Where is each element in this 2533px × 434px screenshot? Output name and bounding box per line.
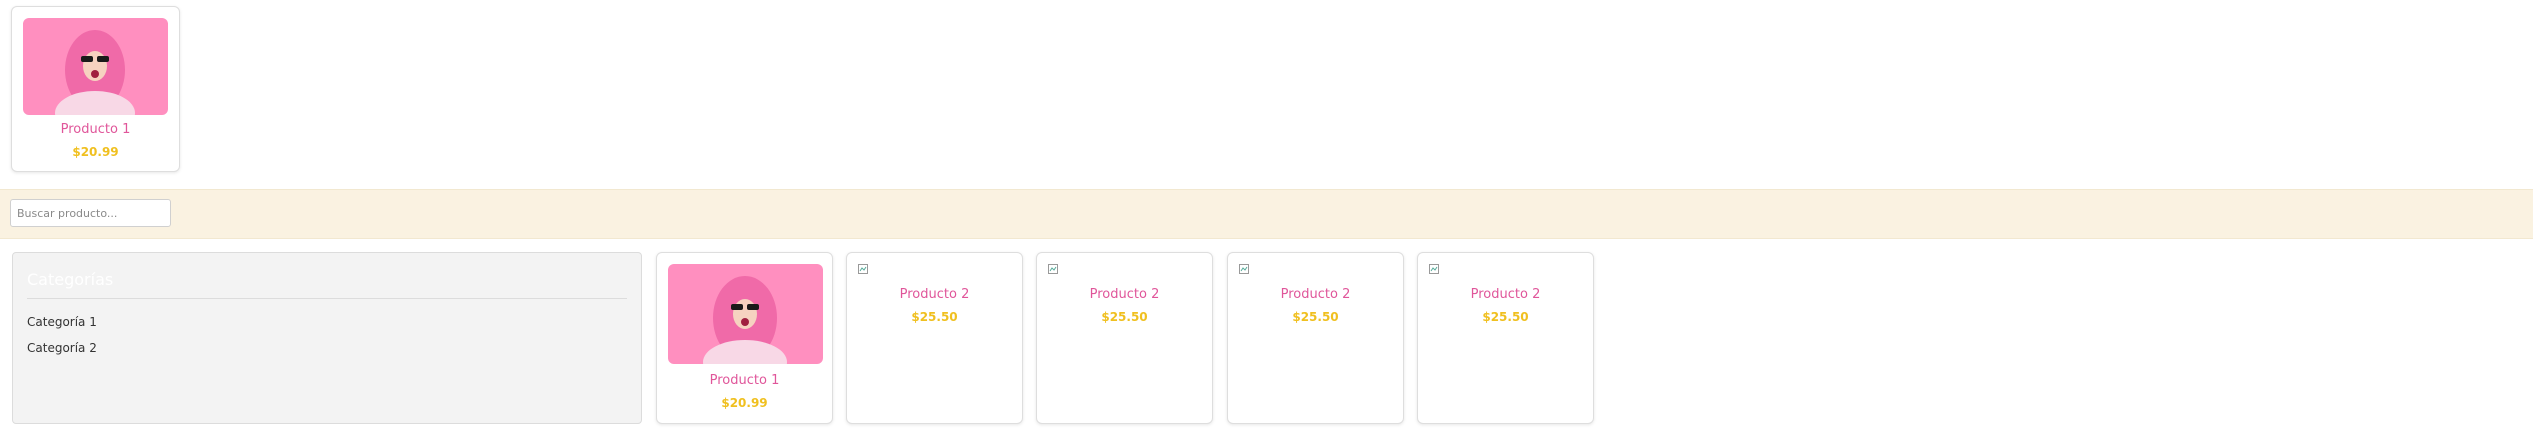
product-name: Producto 2: [1280, 287, 1351, 302]
sidebar-title: Categorías: [27, 270, 114, 289]
product-name: Producto 1: [709, 373, 780, 388]
product-card[interactable]: Producto 1 $20.99: [656, 252, 833, 424]
broken-image-icon: [1048, 264, 1058, 274]
product-price: $25.50: [911, 310, 958, 324]
product-price: $20.99: [72, 145, 119, 159]
categories-sidebar: Categorías Categoría 1 Categoría 2: [12, 252, 642, 424]
product-card[interactable]: Producto 2 $25.50: [1417, 252, 1594, 424]
product-name: Producto 1: [60, 122, 131, 137]
category-item[interactable]: Categoría 1: [27, 315, 97, 329]
product-name: Producto 2: [899, 287, 970, 302]
broken-image-icon: [1429, 264, 1439, 274]
product-price: $25.50: [1101, 310, 1148, 324]
sidebar-divider: [27, 298, 627, 299]
product-card[interactable]: Producto 2 $25.50: [1227, 252, 1404, 424]
product-price: $25.50: [1292, 310, 1339, 324]
product-card-featured[interactable]: Producto 1 $20.99: [11, 6, 180, 172]
product-card[interactable]: Producto 2 $25.50: [1036, 252, 1213, 424]
broken-image-icon: [1239, 264, 1249, 274]
search-input[interactable]: [10, 199, 171, 227]
product-price: $20.99: [721, 396, 768, 410]
category-item[interactable]: Categoría 2: [27, 341, 97, 355]
search-bar-section: [0, 189, 2533, 239]
broken-image-icon: [858, 264, 868, 274]
product-name: Producto 2: [1089, 287, 1160, 302]
product-card[interactable]: Producto 2 $25.50: [846, 252, 1023, 424]
product-image: [23, 18, 168, 115]
product-name: Producto 2: [1470, 287, 1541, 302]
product-price: $25.50: [1482, 310, 1529, 324]
product-image: [668, 264, 823, 364]
